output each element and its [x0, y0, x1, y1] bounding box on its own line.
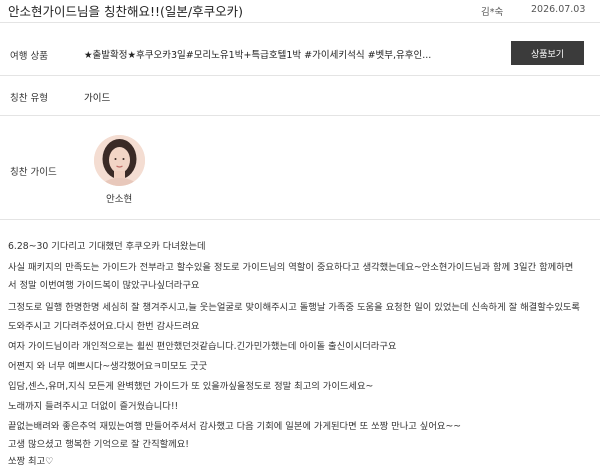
review-line: 쏘짱 최고♡	[8, 456, 54, 467]
review-date: 2026.07.03	[531, 4, 586, 15]
row-divider	[0, 115, 600, 116]
review-title: 안소현가이드님을 칭찬해요!!(일본/후쿠오카)	[8, 4, 243, 19]
review-line: 그정도로 일행 한명한명 세심히 잘 챙겨주시고,늘 웃는얼굴로 맞이해주시고 …	[8, 302, 580, 313]
guide-photo	[94, 135, 145, 186]
praise-guide-label: 칭찬 가이드	[10, 167, 57, 178]
review-line: 입담,센스,유머,지식 모든게 완벽했던 가이드가 또 있을까싶을정도로 정말 …	[8, 381, 374, 392]
guide-avatar	[94, 135, 145, 186]
product-label: 여행 상품	[10, 51, 48, 62]
praise-type-label: 칭찬 유형	[10, 93, 48, 104]
review-line: 도와주시고 기다려주셨어요.다시 한번 감사드려요	[8, 321, 200, 332]
review-line: 노래까지 들려주시고 더없이 즐거웠습니다!!	[8, 401, 179, 412]
review-line: 여자 가이드님이라 개인적으로는 휠씬 편안했던것같습니다.긴가민가했는데 아이…	[8, 341, 397, 352]
review-author: 김*숙	[481, 7, 504, 18]
praise-type-value: 가이드	[84, 93, 111, 104]
review-line: 끝없는배려와 좋은추억 재밌는여행 만들어주셔서 감사했고 다음 기회에 일본에…	[8, 421, 462, 432]
review-line: 어쩐지 와 너무 예쁘시다~생각했어요ㅋ미모도 굿굿	[8, 361, 208, 372]
guide-name: 안소현	[106, 194, 133, 205]
row-divider	[0, 219, 600, 220]
header-divider	[0, 22, 600, 23]
review-header: 안소현가이드님을 칭찬해요!!(일본/후쿠오카) 김*숙 2026.07.03	[0, 0, 600, 22]
review-line: 사실 패키지의 만족도는 가이드가 전부라고 할수있을 정도로 가이드님의 역할…	[8, 262, 574, 273]
view-product-button[interactable]: 상품보기	[511, 41, 584, 65]
row-divider	[0, 75, 600, 76]
review-line: 6.28~30 기다리고 기대했던 후쿠오카 다녀왔는데	[8, 241, 206, 252]
review-line: 서 정말 이번여행 가이드복이 많았구나싶더라구요	[8, 280, 200, 291]
product-value[interactable]: ★출발확정★후쿠오카3일#모리노유1박+특급호텔1박 #가이세키석식 #벳부,유…	[84, 47, 431, 61]
review-line: 고생 많으셨고 행복한 기억으로 잘 간직할께요!	[8, 439, 190, 450]
